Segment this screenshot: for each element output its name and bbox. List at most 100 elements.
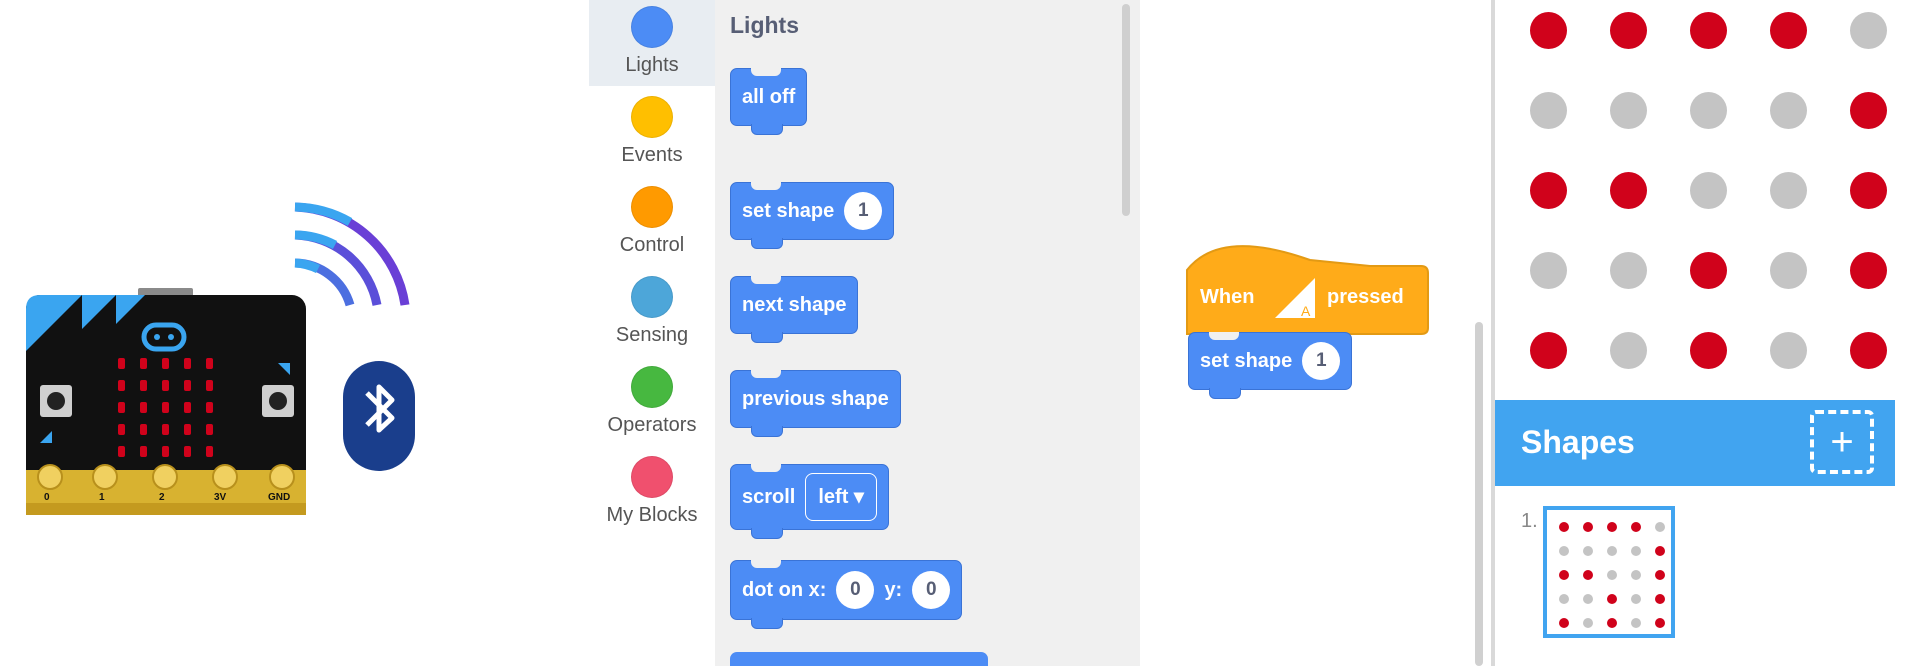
sensing-color-dot [631,276,673,318]
palette-scrollbar[interactable] [1122,4,1130,216]
microbit-led [162,358,169,369]
led-editor-grid [1495,0,1895,400]
microbit-led [206,358,213,369]
led-cell[interactable] [1610,12,1647,49]
microbit-led [118,446,125,457]
led-cell[interactable] [1610,332,1647,369]
thumbnail-led [1559,546,1569,556]
pin-label: 2 [159,492,165,503]
led-cell[interactable] [1690,172,1727,209]
script-workspace[interactable]: A When pressed set shape 1 [1140,0,1491,666]
led-cell[interactable] [1850,332,1887,369]
led-cell[interactable] [1530,332,1567,369]
category-operators[interactable]: Operators [589,360,715,446]
led-cell[interactable] [1770,12,1807,49]
shapes-title: Shapes [1521,424,1635,460]
microbit-led [206,402,213,413]
microbit-led [118,424,125,435]
palette-title: Lights [730,12,799,38]
category-my-blocks[interactable]: My Blocks [589,450,715,536]
operators-color-dot [631,366,673,408]
block-set-shape[interactable]: set shape 1 [730,181,895,249]
block-dot-on[interactable]: dot on x: 0 y: 0 [730,559,963,629]
block-previous-shape[interactable]: previous shape [730,369,901,437]
thumbnail-led [1583,594,1593,604]
bluetooth-icon [343,361,415,471]
block-palette: Lights all off set shape 1 next shape pr… [715,0,1140,666]
led-cell[interactable] [1850,252,1887,289]
thumbnail-led [1559,618,1569,628]
category-label: Events [621,144,683,166]
category-control[interactable]: Control [589,180,715,266]
dot-x-input[interactable]: 0 [836,571,875,609]
category-label: Control [619,234,685,256]
microbit-led [162,402,169,413]
workspace-set-shape-block[interactable]: set shape 1 [1188,331,1353,399]
led-cell[interactable] [1610,172,1647,209]
led-cell[interactable] [1690,332,1727,369]
hat-label-pressed: pressed [1327,286,1404,308]
led-cell[interactable] [1850,12,1887,49]
led-cell[interactable] [1530,92,1567,129]
led-cell[interactable] [1690,252,1727,289]
thumbnail-led [1607,570,1617,580]
microbit-led [140,380,147,391]
thumbnail-led [1631,546,1641,556]
category-label: Sensing [615,324,689,346]
scroll-direction-dropdown[interactable]: left ▾ [805,473,877,521]
thumbnail-led [1655,618,1665,628]
microbit-led [140,402,147,413]
microbit-led [206,380,213,391]
microbit-led [140,446,147,457]
block-label: y: [884,578,903,601]
led-cell[interactable] [1690,12,1727,49]
led-cell[interactable] [1610,92,1647,129]
add-shape-button[interactable]: + [1810,410,1874,474]
shape-thumbnail[interactable] [1543,506,1675,638]
dot-y-input[interactable]: 0 [912,571,951,609]
microbit-led [140,358,147,369]
led-cell[interactable] [1530,12,1567,49]
category-label: Operators [607,414,697,436]
led-cell[interactable] [1770,332,1807,369]
category-label: My Blocks [606,504,698,526]
led-cell[interactable] [1610,252,1647,289]
pin-label: 1 [99,492,105,503]
led-cell[interactable] [1770,252,1807,289]
led-cell[interactable] [1850,92,1887,129]
wireless-signal-icon [294,202,410,307]
workspace-scrollbar[interactable] [1475,322,1483,666]
led-cell[interactable] [1530,252,1567,289]
block-scroll[interactable]: scroll left ▾ [730,463,889,539]
shape-number-input[interactable]: 1 [844,192,883,230]
thumbnail-led [1655,594,1665,604]
hat-label-when: When [1200,286,1255,308]
microbit-led [118,380,125,391]
thumbnail-led [1559,594,1569,604]
led-cell[interactable] [1770,172,1807,209]
led-cell[interactable] [1850,172,1887,209]
microbit-led [206,424,213,435]
block-partial[interactable] [730,652,988,666]
microbit-led-matrix [118,358,218,458]
led-cell[interactable] [1770,92,1807,129]
block-label: dot on x: [742,578,827,601]
shape-number-input[interactable]: 1 [1302,342,1341,380]
block-all-off[interactable]: all off [730,67,808,135]
thumbnail-led [1631,594,1641,604]
thumbnail-led [1583,546,1593,556]
pin-label: 3V [214,492,227,503]
block-next-shape[interactable]: next shape [730,275,859,343]
category-lights[interactable]: Lights [589,0,715,86]
category-events[interactable]: Events [589,90,715,176]
thumbnail-led [1607,618,1617,628]
thumbnail-led [1631,570,1641,580]
led-cell[interactable] [1530,172,1567,209]
thumbnail-led [1655,546,1665,556]
led-cell[interactable] [1690,92,1727,129]
category-sensing[interactable]: Sensing [589,270,715,356]
pin-label: GND [268,492,291,503]
my-blocks-color-dot [631,456,673,498]
microbit-led [118,402,125,413]
block-label: set shape [742,199,835,222]
